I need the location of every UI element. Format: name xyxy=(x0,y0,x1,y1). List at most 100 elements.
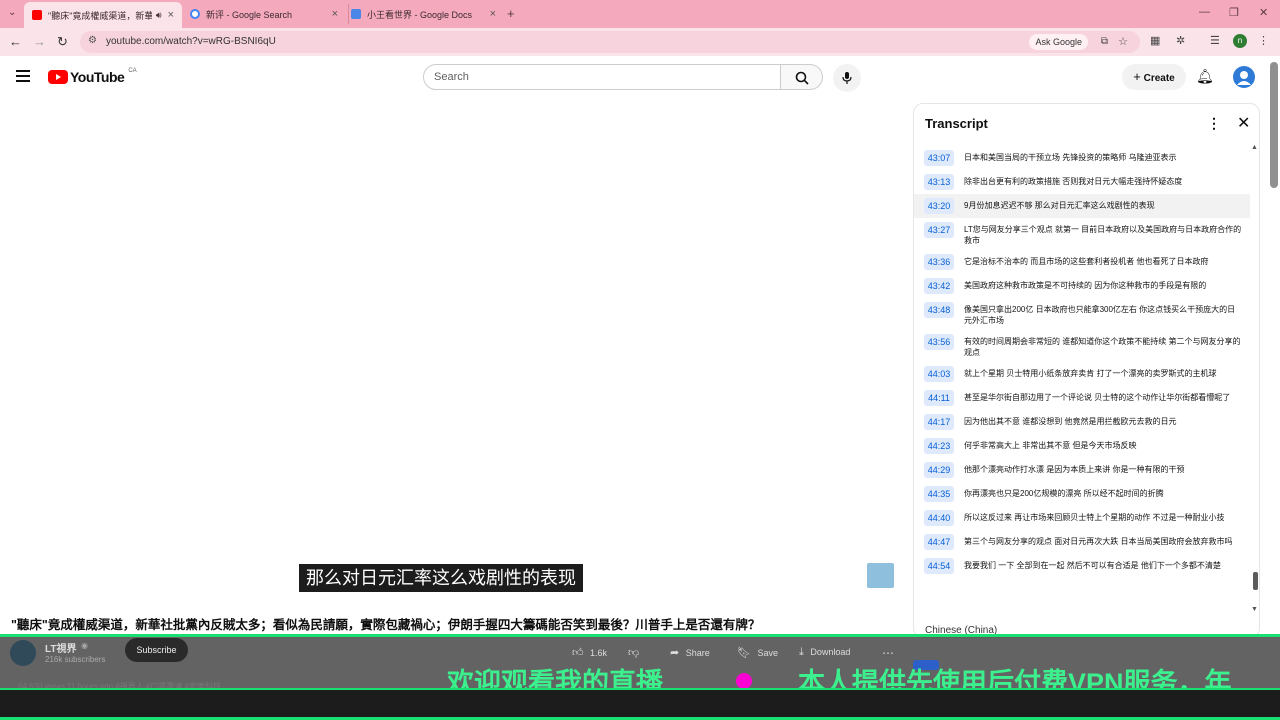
url-text[interactable]: youtube.com/watch?v=wRG-BSNI6qU xyxy=(106,36,276,47)
transcript-segment[interactable]: 44:23 何乎非常高大上 非常出其不意 但是今天市场反映 xyxy=(914,434,1250,458)
tab-google-docs[interactable]: 小王看世界 - Google Docs × xyxy=(348,4,496,24)
marquee-separator-dot xyxy=(736,673,752,689)
transcript-segment[interactable]: 43:07 日本和美国当局的干预立场 先锋投资的策略师 乌隆迪亚表示 xyxy=(914,146,1250,170)
transcript-timestamp[interactable]: 44:47 xyxy=(924,534,954,550)
reading-list-icon[interactable]: ☰ xyxy=(1210,34,1220,47)
transcript-segment[interactable]: 44:54 我要我们 一下 全部到在一起 然后不可以有合适是 他们下一个多都不清楚 xyxy=(914,554,1250,578)
search-button[interactable] xyxy=(781,64,823,90)
share-button[interactable]: ➦ Share xyxy=(670,646,710,659)
thumbs-up-icon: 👍︎ xyxy=(572,647,584,659)
install-icon[interactable]: ⧉ xyxy=(1101,36,1108,47)
new-tab-button[interactable]: + xyxy=(507,6,515,21)
ask-google-button[interactable]: Ask Google xyxy=(1029,34,1088,50)
transcript-segment[interactable]: 43:20 9月份加息迟迟不够 那么对日元汇率这么戏剧性的表现 xyxy=(914,194,1250,218)
docs-icon xyxy=(351,9,361,19)
create-button[interactable]: + Create xyxy=(1122,64,1186,90)
transcript-segment[interactable]: 44:40 所以这反过来 再让市场来回顾贝士特上个星期的动作 不过是一种耐业小技 xyxy=(914,506,1250,530)
save-button[interactable]: 🔖︎ Save xyxy=(737,646,778,659)
transcript-timestamp[interactable]: 43:13 xyxy=(924,174,954,190)
transcript-timestamp[interactable]: 44:03 xyxy=(924,366,954,382)
youtube-logo[interactable]: YouTube CA xyxy=(48,68,137,85)
tab-search-dropdown-icon[interactable]: ⌄ xyxy=(8,7,16,18)
transcript-segment[interactable]: 43:27 LT您与网友分享三个观点 就第一 目前日本政府以及美国政府与日本政府合… xyxy=(914,218,1250,250)
tab-youtube[interactable]: "聽床"竟成權威渠道，新華 🔊︎ × xyxy=(24,2,182,28)
transcript-timestamp[interactable]: 44:23 xyxy=(924,438,954,454)
transcript-scrollbar-thumb[interactable] xyxy=(1253,572,1258,590)
transcript-text: 有效的时间周期会非常短的 谁都知道你这个政策不能持续 第二个与网友分享的观点 xyxy=(964,337,1241,357)
transcript-segment[interactable]: 43:13 除非出台更有利的政策措施 否则我对日元大幅走强持怀疑态度 xyxy=(914,170,1250,194)
transcript-segment[interactable]: 44:29 他那个漂亮动作打水漂 是因为本质上来讲 你是一种有限的干预 xyxy=(914,458,1250,482)
transcript-segment[interactable]: 44:11 甚至是华尔街自那边用了一个评论说 贝士特的这个动作让华尔街都看懵呢了 xyxy=(914,386,1250,410)
scroll-down-arrow-icon[interactable]: ▼ xyxy=(1251,606,1258,613)
player-overlay-thumbnail[interactable] xyxy=(867,563,894,588)
back-icon[interactable]: ← xyxy=(9,34,22,49)
close-tab-icon[interactable]: × xyxy=(326,8,338,20)
close-icon[interactable]: ✕ xyxy=(1237,113,1250,133)
like-count: 1.6k xyxy=(590,648,608,658)
share-icon: ➦ xyxy=(670,647,680,659)
like-button[interactable]: 👍︎ 1.6k xyxy=(572,646,607,659)
restore-icon[interactable]: ❐ xyxy=(1229,6,1239,19)
dislike-button[interactable]: 👎︎ xyxy=(628,646,639,659)
transcript-segment[interactable]: 43:42 美国政府这种救市政策是不可持续的 因为你这种救市的手段是有限的 xyxy=(914,274,1250,298)
create-label: Create xyxy=(1143,73,1175,84)
more-actions-icon[interactable]: ⋯ xyxy=(882,646,894,660)
transcript-timestamp[interactable]: 43:27 xyxy=(924,222,954,238)
bookmark-star-icon[interactable]: ☆ xyxy=(1118,35,1128,48)
download-button[interactable]: ⤓ Download xyxy=(799,646,850,659)
transcript-text: 他那个漂亮动作打水漂 是因为本质上来讲 你是一种有限的干预 xyxy=(964,465,1185,474)
account-avatar[interactable] xyxy=(1233,66,1255,88)
close-window-icon[interactable]: ✕ xyxy=(1259,6,1268,19)
transcript-timestamp[interactable]: 44:35 xyxy=(924,486,954,502)
transcript-timestamp[interactable]: 44:40 xyxy=(924,510,954,526)
transcript-segment[interactable]: 43:36 它是治标不治本的 而且市场的这些套利者投机者 他也看死了日本政府 xyxy=(914,250,1250,274)
scroll-up-arrow-icon[interactable]: ▲ xyxy=(1251,144,1258,151)
channel-name[interactable]: LT視界 xyxy=(45,640,76,655)
transcript-timestamp[interactable]: 44:11 xyxy=(924,390,954,406)
voice-search-button[interactable] xyxy=(833,64,861,92)
transcript-timestamp[interactable]: 44:54 xyxy=(924,558,954,574)
transcript-segment[interactable]: 43:56 有效的时间周期会非常短的 谁都知道你这个政策不能持续 第二个与网友分享… xyxy=(914,330,1250,362)
transcript-segment[interactable]: 44:35 你再漂亮也只是200亿规模的漂亮 所以经不起时间的折腾 xyxy=(914,482,1250,506)
tab-google-search[interactable]: 新评 - Google Search × xyxy=(190,4,338,24)
extensions-puzzle-icon[interactable]: ✲ xyxy=(1176,34,1185,47)
video-player[interactable] xyxy=(0,100,900,600)
reload-icon[interactable]: ↻ xyxy=(57,34,68,50)
transcript-segment[interactable]: 44:47 第三个与网友分享的观点 面对日元再次大跌 日本当局美国政府会放弃救市吗 xyxy=(914,530,1250,554)
youtube-play-icon xyxy=(48,70,68,84)
hamburger-menu-icon[interactable] xyxy=(16,70,30,82)
minimize-icon[interactable]: — xyxy=(1199,6,1210,18)
transcript-segment[interactable]: 44:17 因为他出其不意 谁都没想到 他竟然是用拦截欧元去救的日元 xyxy=(914,410,1250,434)
video-subtitle: 那么对日元汇率这么戏剧性的表现 xyxy=(299,564,583,592)
site-info-icon[interactable]: ⚙︎ xyxy=(88,35,97,46)
transcript-timestamp[interactable]: 43:42 xyxy=(924,278,954,294)
transcript-title: Transcript xyxy=(925,116,988,131)
transcript-timestamp[interactable]: 43:48 xyxy=(924,302,954,318)
transcript-segment[interactable]: 44:03 就上个星期 贝士特用小纸条放弃卖肯 打了一个漂亮的卖罗斯式的主机球 xyxy=(914,362,1250,386)
transcript-timestamp[interactable]: 43:20 xyxy=(924,198,954,214)
notifications-bell-icon[interactable]: 🔔︎ xyxy=(1196,68,1214,85)
transcript-timestamp[interactable]: 43:36 xyxy=(924,254,954,270)
transcript-text: 因为他出其不意 谁都没想到 他竟然是用拦截欧元去救的日元 xyxy=(964,417,1177,426)
page-scrollbar[interactable] xyxy=(1270,62,1278,188)
transcript-timestamp[interactable]: 43:56 xyxy=(924,334,954,350)
search-input[interactable]: Search xyxy=(423,64,781,90)
subscribe-button[interactable]: Subscribe xyxy=(125,638,188,662)
close-tab-icon[interactable]: × xyxy=(162,9,174,21)
menu-kebab-icon[interactable]: ⋮ xyxy=(1258,34,1269,47)
transcript-segment[interactable]: 43:48 像美国只拿出200亿 日本政府也只能拿300亿左右 你这点钱买么干预庞… xyxy=(914,298,1250,330)
transcript-timestamp[interactable]: 43:07 xyxy=(924,150,954,166)
profile-avatar[interactable]: n xyxy=(1233,34,1247,48)
address-bar[interactable]: ⚙︎ youtube.com/watch?v=wRG-BSNI6qU Ask G… xyxy=(80,31,1140,53)
forward-icon[interactable]: → xyxy=(33,34,46,49)
channel-avatar[interactable] xyxy=(10,640,36,666)
save-label: Save xyxy=(757,648,778,658)
transcript-text: 像美国只拿出200亿 日本政府也只能拿300亿左右 你这点钱买么干预庞大的日元外… xyxy=(964,305,1236,325)
transcript-list[interactable]: 43:07 日本和美国当局的干预立场 先锋投资的策略师 乌隆迪亚表示 43:13 除非… xyxy=(914,146,1250,616)
transcript-timestamp[interactable]: 44:17 xyxy=(924,414,954,430)
extension-badge-icon[interactable]: ▦ xyxy=(1150,34,1160,47)
more-options-icon[interactable]: ⋮ xyxy=(1207,115,1221,132)
youtube-header: YouTube CA Search + Create 🔔︎ xyxy=(0,56,1280,100)
transcript-timestamp[interactable]: 44:29 xyxy=(924,462,954,478)
close-tab-icon[interactable]: × xyxy=(484,8,496,20)
